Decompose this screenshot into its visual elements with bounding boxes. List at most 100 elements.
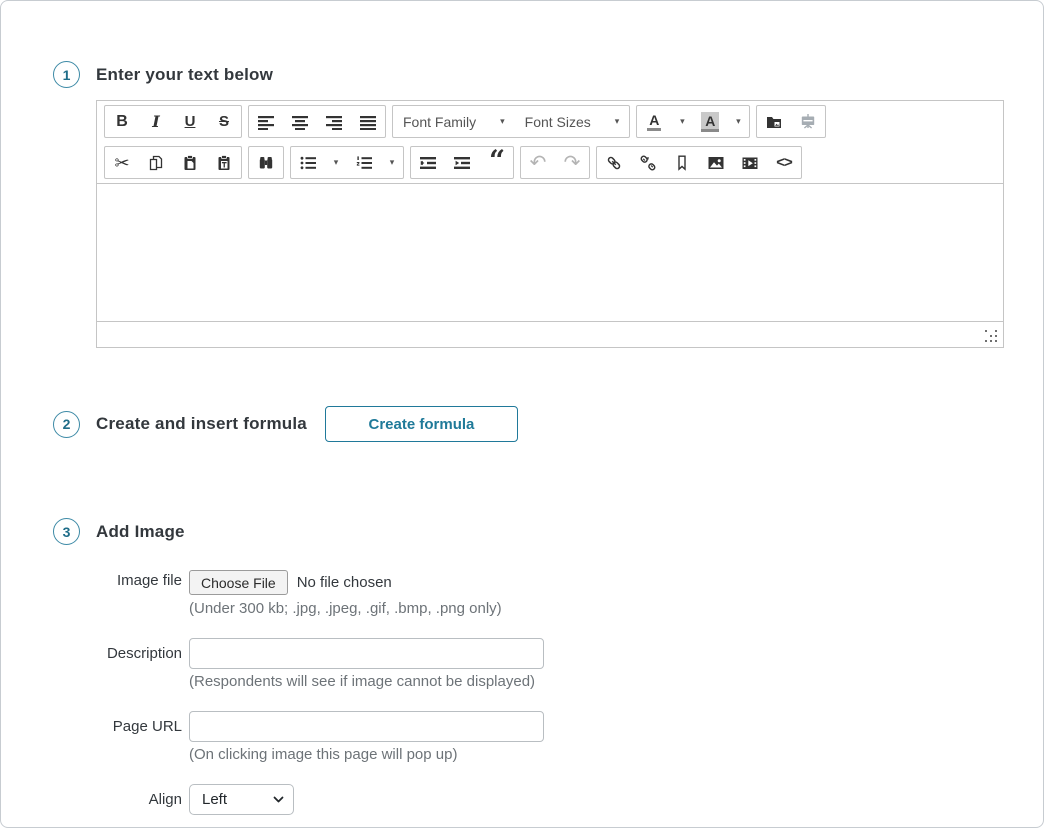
section-2-header: 2 Create and insert formula Create formu… xyxy=(53,406,1003,442)
list-group: ▾ ▾ xyxy=(290,146,404,179)
bullet-list-icon xyxy=(300,155,316,171)
section-3-header: 3 Add Image xyxy=(53,518,1003,545)
section-1-header: 1 Enter your text below xyxy=(53,61,1003,88)
editor-content-area[interactable] xyxy=(97,183,1003,321)
binoculars-icon xyxy=(258,155,274,171)
align-field: Align Left xyxy=(53,784,1003,815)
step-2-badge: 2 xyxy=(53,411,80,438)
bullet-list-caret-button[interactable]: ▾ xyxy=(325,147,347,178)
alignment-group xyxy=(248,105,386,138)
paste-as-text-button[interactable] xyxy=(207,147,241,178)
align-right-button[interactable] xyxy=(317,106,351,137)
link-icon xyxy=(606,155,622,171)
file-status-text: No file chosen xyxy=(297,574,392,591)
paste-button[interactable] xyxy=(173,147,207,178)
underline-button[interactable]: U xyxy=(173,106,207,137)
history-group: ↶ ↷ xyxy=(520,146,590,179)
section-3: 3 Add Image Image file Choose File No fi… xyxy=(53,518,1003,815)
font-group: Font Family ▾ Font Sizes ▾ xyxy=(392,105,630,138)
source-code-button[interactable]: <> xyxy=(767,147,801,178)
resize-grip[interactable] xyxy=(985,330,997,342)
font-sizes-dropdown[interactable]: Font Sizes ▾ xyxy=(515,106,630,137)
align-select[interactable]: Left xyxy=(189,784,294,815)
page-url-input[interactable] xyxy=(189,711,544,742)
choose-file-button[interactable]: Choose File xyxy=(189,570,288,595)
step-3-badge: 3 xyxy=(53,518,80,545)
description-input[interactable] xyxy=(189,638,544,669)
bullet-list-button[interactable] xyxy=(291,147,325,178)
bookmark-anchor-icon xyxy=(674,155,690,171)
align-center-button[interactable] xyxy=(283,106,317,137)
bold-icon: B xyxy=(116,113,128,131)
undo-button[interactable]: ↶ xyxy=(521,147,555,178)
redo-icon: ↷ xyxy=(564,153,581,173)
align-label: Align xyxy=(53,784,189,815)
align-center-icon xyxy=(292,114,308,130)
media-icon xyxy=(742,155,758,171)
align-justify-icon xyxy=(360,114,376,130)
description-hint: (Respondents will see if image cannot be… xyxy=(189,673,1003,690)
bold-button[interactable]: B xyxy=(105,106,139,137)
align-left-icon xyxy=(258,114,274,130)
strikethrough-icon: S xyxy=(219,113,229,130)
insert-image-library-button[interactable] xyxy=(757,106,791,137)
decrease-indent-button[interactable] xyxy=(411,147,445,178)
find-replace-button[interactable] xyxy=(249,147,283,178)
preview-icon xyxy=(800,114,816,130)
create-formula-button[interactable]: Create formula xyxy=(325,406,518,442)
anchor-button[interactable] xyxy=(665,147,699,178)
redo-button[interactable]: ↷ xyxy=(555,147,589,178)
numbered-list-caret-button[interactable]: ▾ xyxy=(381,147,403,178)
blockquote-button[interactable]: “ xyxy=(479,147,513,178)
preview-button[interactable] xyxy=(791,106,825,137)
outdent-icon xyxy=(420,155,436,171)
page-url-hint: (On clicking image this page will pop up… xyxy=(189,746,1003,763)
indent-icon xyxy=(454,155,470,171)
numbered-list-icon xyxy=(356,155,372,171)
image-file-label: Image file xyxy=(53,567,189,617)
chevron-down-icon: ▾ xyxy=(736,117,741,126)
chevron-down-icon: ▾ xyxy=(500,117,505,126)
page-url-label: Page URL xyxy=(53,711,189,763)
font-sizes-label: Font Sizes xyxy=(525,114,591,130)
color-group: A ▾ A ▾ xyxy=(636,105,750,138)
image-file-hint: (Under 300 kb; .jpg, .jpeg, .gif, .bmp, … xyxy=(189,600,1003,617)
question-editor-panel: 1 Enter your text below B I U S xyxy=(0,0,1044,828)
font-family-dropdown[interactable]: Font Family ▾ xyxy=(393,106,515,137)
text-color-button[interactable]: A xyxy=(637,106,671,137)
step-3-number: 3 xyxy=(63,524,71,540)
paste-text-icon xyxy=(216,155,232,171)
cut-scissors-icon: ✂ xyxy=(114,154,129,172)
insert-link-button[interactable] xyxy=(597,147,631,178)
step-2-number: 2 xyxy=(63,416,71,432)
remove-link-button[interactable] xyxy=(631,147,665,178)
background-color-button[interactable]: A xyxy=(693,106,727,137)
copy-button[interactable] xyxy=(139,147,173,178)
rich-text-editor: B I U S xyxy=(96,100,1004,348)
insert-media-button[interactable] xyxy=(733,147,767,178)
editor-status-bar xyxy=(97,321,1003,347)
toolbar-row-1: B I U S xyxy=(97,101,1003,142)
numbered-list-button[interactable] xyxy=(347,147,381,178)
code-icon: <> xyxy=(776,154,792,171)
image-icon xyxy=(708,155,724,171)
step-1-number: 1 xyxy=(63,67,71,83)
cut-button[interactable]: ✂ xyxy=(105,147,139,178)
align-left-button[interactable] xyxy=(249,106,283,137)
format-group: B I U S xyxy=(104,105,242,138)
increase-indent-button[interactable] xyxy=(445,147,479,178)
clipboard-group: ✂ xyxy=(104,146,242,179)
background-color-caret-button[interactable]: ▾ xyxy=(727,106,749,137)
description-field: Description (Respondents will see if ima… xyxy=(53,638,1003,690)
align-justify-button[interactable] xyxy=(351,106,385,137)
italic-icon: I xyxy=(152,112,159,131)
italic-button[interactable]: I xyxy=(139,106,173,137)
undo-icon: ↶ xyxy=(530,153,547,173)
media-library-group xyxy=(756,105,826,138)
strikethrough-button[interactable]: S xyxy=(207,106,241,137)
text-color-icon: A xyxy=(647,113,661,131)
indent-group: “ xyxy=(410,146,514,179)
text-color-caret-button[interactable]: ▾ xyxy=(671,106,693,137)
underline-icon: U xyxy=(185,113,196,130)
insert-image-button[interactable] xyxy=(699,147,733,178)
